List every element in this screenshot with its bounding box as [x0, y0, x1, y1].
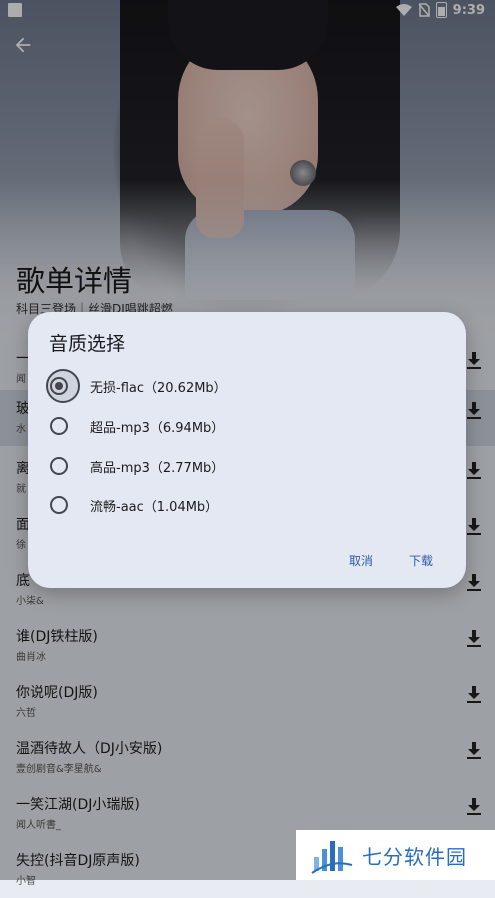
download-button[interactable]: 下载	[403, 548, 439, 573]
watermark-text: 七分软件园	[362, 844, 467, 869]
quality-option-super[interactable]: 超品-mp3（6.94Mb）	[46, 408, 446, 444]
radio-button[interactable]	[50, 417, 68, 435]
option-label: 高品-mp3（2.77Mb）	[90, 460, 225, 476]
option-label: 无损-flac（20.62Mb）	[90, 380, 227, 396]
quality-option-smooth[interactable]: 流畅-aac（1.04Mb）	[46, 487, 446, 523]
watermark-logo-icon	[311, 841, 353, 874]
quality-option-high[interactable]: 高品-mp3（2.77Mb）	[46, 448, 446, 484]
dialog-title: 音质选择	[49, 333, 126, 355]
cancel-button[interactable]: 取消	[343, 548, 379, 573]
watermark: 七分软件园	[296, 830, 495, 880]
radio-button[interactable]	[50, 457, 68, 475]
option-label: 超品-mp3（6.94Mb）	[90, 420, 225, 436]
radio-button-checked[interactable]	[50, 377, 68, 395]
radio-button[interactable]	[50, 496, 68, 514]
quality-dialog: 音质选择 无损-flac（20.62Mb） 超品-mp3（6.94Mb） 高品-…	[28, 312, 466, 588]
option-label: 流畅-aac（1.04Mb）	[90, 499, 219, 515]
quality-option-flac[interactable]: 无损-flac（20.62Mb）	[46, 368, 446, 404]
